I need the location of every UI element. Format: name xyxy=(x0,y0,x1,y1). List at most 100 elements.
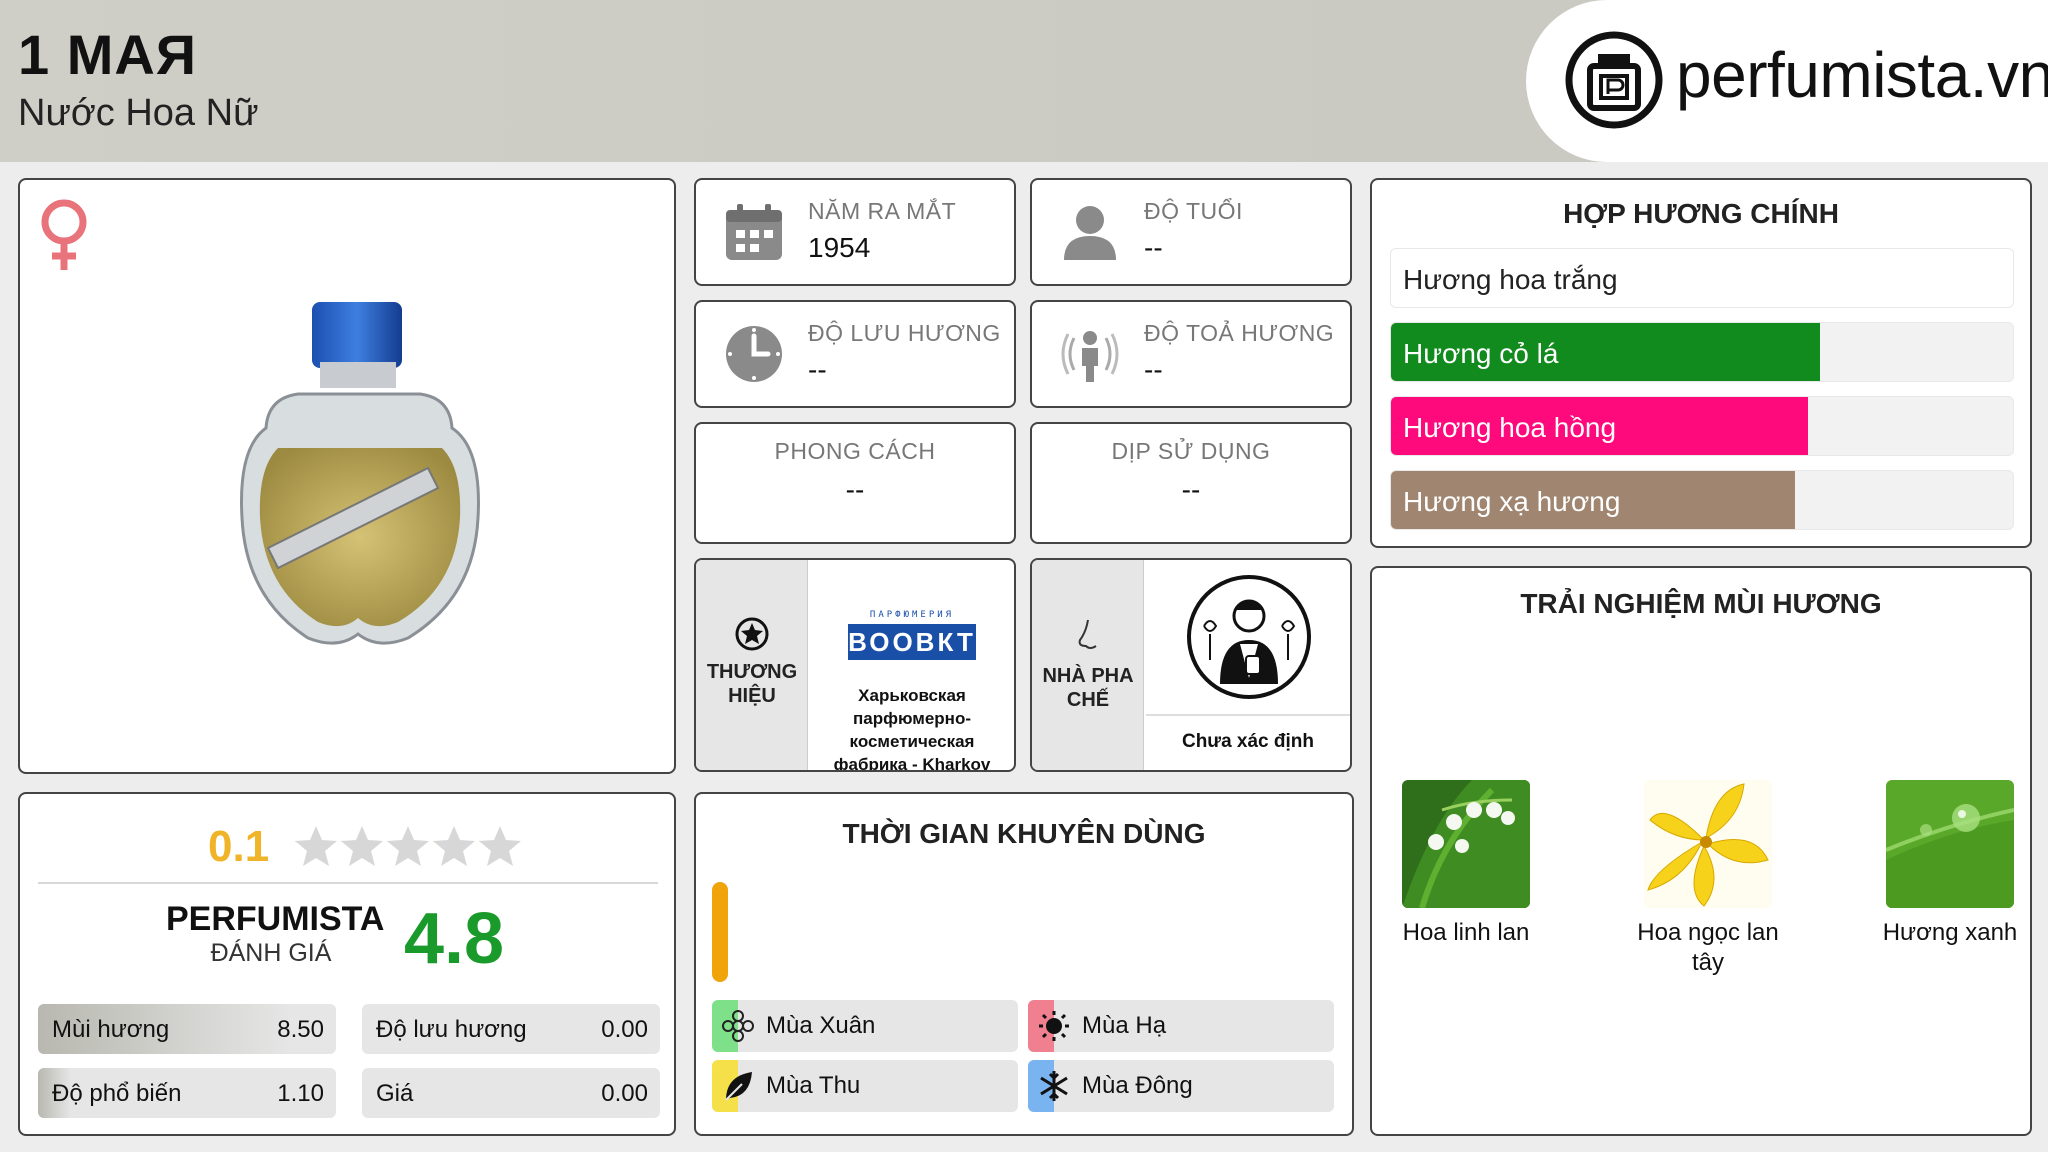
scent-experience-title: TRẢI NGHIỆM MÙI HƯƠNG xyxy=(1520,588,1882,619)
winter-snowflake-icon xyxy=(1040,1071,1068,1101)
note-green[interactable]: Hương xanh xyxy=(1870,780,2030,948)
metric-label: Độ lưu hương xyxy=(376,1016,527,1043)
season-summer: Mùa Hạ xyxy=(1028,1000,1334,1052)
note-label: Hương xanh xyxy=(1882,919,2018,946)
metric-value: 8.50 xyxy=(277,1016,324,1043)
note-label: Hoa linh lan xyxy=(1402,919,1530,946)
product-image-panel xyxy=(18,178,676,774)
metric-scent: Mùi hương 8.50 xyxy=(38,1004,336,1054)
metric-value: 0.00 xyxy=(601,1016,648,1043)
release-year-card: NĂM RA MẮT 1954 xyxy=(694,178,1016,286)
perfumer-card[interactable]: NHÀ PHA CHẾ Chưa xác định xyxy=(1030,558,1352,772)
metric-longevity: Độ lưu hương 0.00 xyxy=(362,1004,660,1054)
recommended-time-panel: THỜI GIAN KHUYÊN DÙNG Mùa Xuân Mùa Hạ Mù… xyxy=(694,792,1354,1136)
lily-of-the-valley-icon xyxy=(1402,780,1530,908)
accord-bar: Hương cỏ lá xyxy=(1390,322,2014,382)
accord-label: Hương cỏ lá xyxy=(1403,338,1559,369)
accord-label: Hương hoa hồng xyxy=(1403,412,1617,443)
occasion-card: DỊP SỬ DỤNG -- xyxy=(1030,422,1352,544)
accord-label: Hương hoa trắng xyxy=(1403,264,1618,295)
card-value: -- xyxy=(1144,232,1163,263)
brand-label: THƯƠNG HIỆU xyxy=(696,660,808,708)
metric-popularity: Độ phổ biến 1.10 xyxy=(38,1068,336,1118)
logo-text: perfumista.vn xyxy=(1676,39,2048,111)
sillage-icon xyxy=(1061,331,1119,382)
perfumer-side: NHÀ PHA CHẾ xyxy=(1032,560,1144,770)
metric-value: 1.10 xyxy=(277,1080,324,1107)
main-accords-panel: HỢP HƯƠNG CHÍNH Hương hoa trắng Hương cỏ… xyxy=(1370,178,2032,548)
spring-flower-icon xyxy=(722,1010,754,1042)
card-value: -- xyxy=(845,474,865,505)
autumn-leaf-icon xyxy=(725,1072,752,1101)
user-rating-score: 0.1 xyxy=(208,822,270,871)
card-value: -- xyxy=(808,354,827,385)
brand-card[interactable]: THƯƠNG HIỆU ПАРФЮМЕРИЯ ВООВКТ Харьковска… xyxy=(694,558,1016,772)
metric-value: 0.00 xyxy=(601,1080,648,1107)
perfumista-score: 4.8 xyxy=(404,899,505,979)
season-label: Mùa Hạ xyxy=(1082,1012,1167,1039)
star-badge-icon xyxy=(735,617,769,651)
summer-sun-icon xyxy=(1039,1011,1069,1041)
perfumer-name[interactable]: Chưa xác định xyxy=(1146,730,1350,770)
metric-label: Độ phổ biến xyxy=(52,1080,182,1107)
card-label: PHONG CÁCH xyxy=(774,438,936,464)
metric-label: Giá xyxy=(376,1080,414,1107)
brand-label-line: THƯƠNG xyxy=(706,661,798,683)
perfumista-rating-label: PERFUMISTA ĐÁNH GIÁ xyxy=(166,900,385,968)
sillage-card: ĐỘ TOẢ HƯƠNG -- xyxy=(1030,300,1352,408)
brand-logo-mark: ВООВКТ xyxy=(848,624,976,660)
brand-label-line: HIỆU xyxy=(728,685,776,707)
perfumer-label: NHÀ PHA CHẾ xyxy=(1032,664,1144,712)
accords-title: HỢP HƯƠNG CHÍNH xyxy=(1563,198,1839,229)
nose-icon xyxy=(1078,619,1097,649)
season-autumn: Mùa Thu xyxy=(712,1060,1018,1112)
season-winter: Mùa Đông xyxy=(1028,1060,1334,1112)
perfumer-label-line: NHÀ PHA xyxy=(1042,665,1134,687)
metric-price: Giá 0.00 xyxy=(362,1068,660,1118)
note-lily-of-the-valley[interactable]: Hoa linh lan xyxy=(1386,780,1546,948)
season-label: Mùa Đông xyxy=(1082,1072,1193,1099)
accord-bar: Hương hoa trắng xyxy=(1390,248,2014,308)
perfumer-icon xyxy=(1187,575,1311,699)
female-icon xyxy=(41,199,87,270)
rating-panel: 0.1 PERFUMISTA ĐÁNH GIÁ 4.8 Mùi hương 8.… xyxy=(18,792,676,1136)
day-night-bar xyxy=(712,882,728,982)
page-header: 1 MAЯ Nước Hoa Nữ perfumista.vn xyxy=(0,0,2048,162)
accord-label: Hương xạ hương xyxy=(1403,486,1621,517)
person-icon xyxy=(1064,206,1116,260)
perfume-category: Nước Hoa Nữ xyxy=(18,92,259,134)
season-label: Mùa Thu xyxy=(766,1072,861,1099)
card-value: -- xyxy=(1144,354,1163,385)
ylang-ylang-image xyxy=(1644,780,1772,908)
brand-name[interactable]: Харьковская парфюмерно-косметическая фаб… xyxy=(810,684,1014,770)
accord-bar: Hương hoa hồng xyxy=(1390,396,2014,456)
perfume-bottle-logo-icon xyxy=(1565,31,1663,129)
calendar-icon xyxy=(726,204,782,260)
season-spring: Mùa Xuân xyxy=(712,1000,1018,1052)
note-label: Hoa ngọc lan tây xyxy=(1637,919,1779,976)
card-label: ĐỘ TUỔI xyxy=(1144,198,1243,224)
lily-of-the-valley-image xyxy=(1402,780,1530,908)
perfumer-label-line: CHẾ xyxy=(1066,689,1110,711)
site-logo[interactable]: perfumista.vn xyxy=(1526,0,2048,162)
card-value: -- xyxy=(1181,474,1201,505)
star-rating[interactable] xyxy=(294,822,524,872)
perfume-title: 1 MAЯ xyxy=(18,23,198,86)
style-card: PHONG CÁCH -- xyxy=(694,422,1016,544)
card-label: ĐỘ LƯU HƯƠNG xyxy=(808,320,1001,346)
card-label: ĐỘ TOẢ HƯƠNG xyxy=(1144,320,1335,346)
card-value: 1954 xyxy=(808,232,871,263)
metric-label: Mùi hương xyxy=(52,1016,170,1043)
perfumista-label: PERFUMISTA xyxy=(166,900,385,938)
accord-bar: Hương xạ hương xyxy=(1390,470,2014,530)
brand-side: THƯƠNG HIỆU xyxy=(696,560,808,770)
note-ylang-ylang[interactable]: Hoa ngọc lan tây xyxy=(1628,780,1788,978)
scent-experience-panel: TRẢI NGHIỆM MÙI HƯƠNG Hoa linh lan Hoa n… xyxy=(1370,566,2032,1136)
longevity-card: ĐỘ LƯU HƯƠNG -- xyxy=(694,300,1016,408)
clock-icon xyxy=(726,326,782,382)
ylang-ylang-icon xyxy=(1644,780,1772,908)
rating-label: ĐÁNH GIÁ xyxy=(210,939,332,967)
user-rating-row: 0.1 xyxy=(38,814,658,884)
perfume-bottle-image xyxy=(240,302,480,645)
recommended-time-title: THỜI GIAN KHUYÊN DÙNG xyxy=(842,818,1206,849)
